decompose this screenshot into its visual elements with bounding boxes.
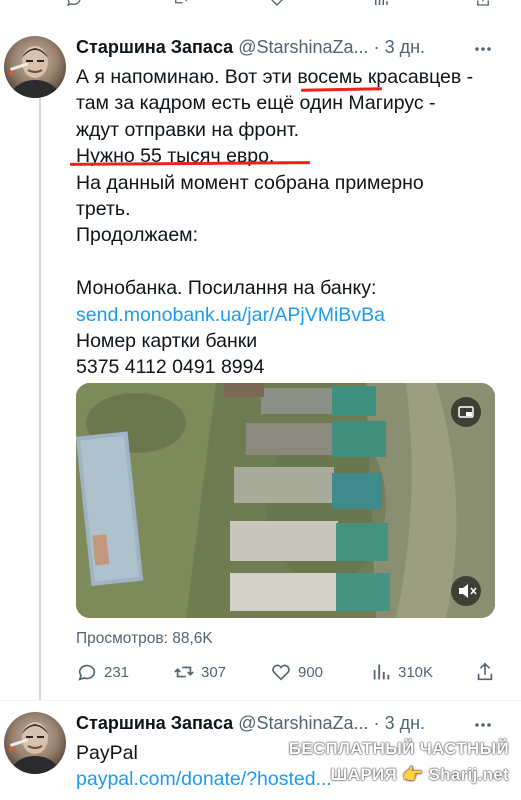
views-icon[interactable] [372, 0, 390, 8]
retweet-button[interactable]: 307 [173, 658, 226, 686]
display-name[interactable]: Старшина Запаса [76, 37, 233, 57]
speaker-muted-icon [459, 584, 477, 598]
tweet-action-bar: 231 307 900 310K [76, 658, 496, 686]
retweet-icon[interactable] [172, 0, 190, 8]
like-count: 900 [298, 663, 324, 681]
tweet-timestamp[interactable]: 3 дн. [385, 713, 425, 733]
picture-in-picture-button[interactable] [451, 397, 481, 427]
reply-icon[interactable] [65, 0, 83, 8]
tweet-text-line: Продолжаем: [76, 224, 199, 247]
share-icon[interactable] [474, 0, 492, 8]
previous-tweet-actions [0, 0, 521, 26]
pip-icon [458, 406, 474, 418]
avatar-photo [8, 46, 62, 98]
watermark-line: ШАРИЯ 👉 Sharij.net [330, 765, 509, 784]
retweet-icon [174, 666, 194, 678]
more-options-icon[interactable] [473, 39, 493, 59]
more-options-icon[interactable] [473, 715, 493, 735]
tweet-header: Старшина Запаса @StarshinaZa... · 3 дн. [76, 37, 471, 63]
avatar[interactable] [4, 712, 66, 774]
header-separator: · [373, 37, 380, 57]
tweet-text: А я напоминаю. Вот эти восемь красавцев … [76, 64, 496, 381]
avatar-photo [8, 722, 62, 774]
share-icon [477, 662, 493, 681]
tweet-text-line: А я напоминаю. Вот эти восемь красавцев … [76, 66, 474, 88]
thread-connector-line [39, 78, 41, 700]
header-separator: · [373, 713, 380, 733]
user-handle[interactable]: @StarshinaZa... [238, 37, 368, 57]
card-number: 5375 4112 0491 8994 [76, 356, 265, 379]
tweet-text-line: треть. [76, 197, 131, 220]
share-button[interactable] [474, 658, 496, 686]
watermark: БЕСПЛАТНЫЙ ЧАСТНЫЙ ШАРИЯ 👉 Sharij.net [289, 736, 509, 788]
tweet-text-line: Номер картки банки [76, 329, 258, 352]
monobank-link[interactable]: send.monobank.ua/jar/APjVMiBvBa [76, 302, 496, 328]
like-button[interactable]: 900 [270, 658, 323, 686]
reply-icon [78, 664, 96, 681]
tweet-text-line [76, 249, 496, 275]
reply-count: 231 [104, 663, 130, 681]
mute-button[interactable] [451, 576, 481, 606]
reply-button[interactable]: 231 [76, 658, 129, 686]
user-handle[interactable]: @StarshinaZa... [238, 713, 368, 733]
retweet-count: 307 [201, 663, 227, 681]
views-count: Просмотров: 88,6K [76, 630, 213, 647]
tweet-text-line: ждут отправки на фронт. [76, 118, 300, 141]
tweet-divider [0, 700, 521, 701]
tweet-text-line: На данный момент собрана примерно [76, 171, 424, 194]
like-icon [272, 664, 290, 681]
views-button[interactable]: 310K [370, 658, 433, 686]
tweet-text-line: Нужно 55 тысяч евро. [76, 145, 275, 168]
tweet-text-line: там за кадром есть ещё один Магирус - [76, 92, 436, 115]
watermark-line: БЕСПЛАТНЫЙ ЧАСТНЫЙ [288, 739, 509, 758]
views-icon [373, 664, 390, 680]
tweet-timestamp[interactable]: 3 дн. [385, 37, 425, 57]
tweet-text-line: Монобанка. Посилання на банку: [76, 277, 377, 300]
aerial-trucks-photo [76, 383, 495, 618]
display-name[interactable]: Старшина Запаса [76, 713, 233, 733]
tweet-media-video[interactable] [76, 383, 495, 618]
views-number: 310K [398, 663, 434, 681]
avatar[interactable] [4, 36, 66, 98]
like-icon[interactable] [268, 0, 286, 8]
